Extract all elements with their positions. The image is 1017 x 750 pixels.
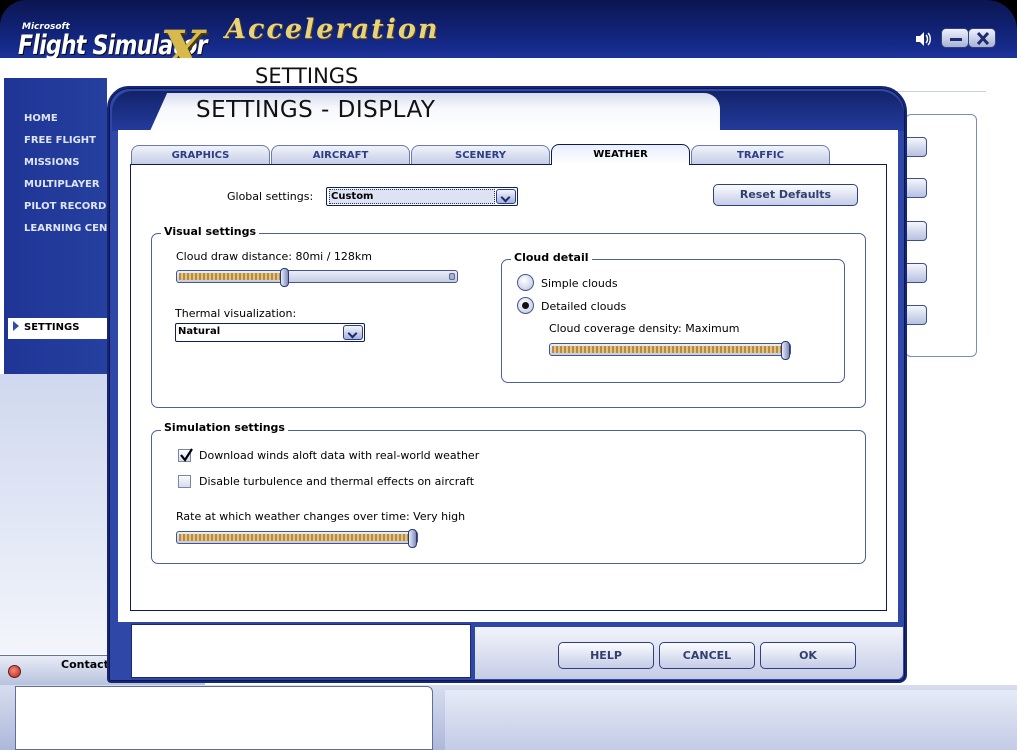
weather-change-rate-label: Rate at which weather changes over time:… bbox=[176, 510, 466, 523]
simple-clouds-label[interactable]: Simple clouds bbox=[541, 277, 618, 290]
reset-defaults-button[interactable]: Reset Defaults bbox=[713, 184, 858, 206]
active-arrow-icon bbox=[13, 321, 19, 331]
global-settings-label: Global settings: bbox=[227, 190, 314, 203]
logo-edition: Acceleration bbox=[225, 14, 440, 45]
page-title: SETTINGS bbox=[255, 64, 359, 88]
cloud-coverage-density-slider[interactable] bbox=[549, 341, 791, 360]
cancel-button[interactable]: CANCEL bbox=[659, 642, 755, 669]
nav-item-home[interactable]: HOME bbox=[24, 113, 109, 124]
close-button[interactable] bbox=[968, 28, 996, 48]
ok-button[interactable]: OK bbox=[760, 642, 856, 669]
thermal-visualization-dropdown[interactable]: Natural bbox=[175, 323, 365, 342]
tab-weather[interactable]: WEATHER bbox=[551, 144, 690, 165]
tab-traffic[interactable]: TRAFFIC bbox=[691, 145, 830, 165]
nav-item-pilot-records[interactable]: PILOT RECORDS bbox=[24, 201, 109, 212]
slider-fill bbox=[179, 534, 410, 541]
thermal-visualization-label: Thermal visualization: bbox=[175, 307, 297, 320]
slider-thumb[interactable] bbox=[781, 341, 790, 360]
nav-item-settings[interactable]: SETTINGS bbox=[8, 318, 109, 339]
slider-track-end bbox=[449, 273, 455, 280]
cloud-coverage-density-label: Cloud coverage density: Maximum bbox=[549, 322, 740, 335]
dialog-title: SETTINGS - DISPLAY bbox=[196, 97, 436, 123]
minimize-button[interactable] bbox=[941, 28, 969, 48]
download-winds-checkbox[interactable] bbox=[178, 448, 193, 462]
slider-thumb[interactable] bbox=[408, 529, 417, 548]
simulation-settings-label: Simulation settings bbox=[161, 421, 288, 434]
dialog-footer-info-box bbox=[131, 624, 471, 678]
visual-settings-label: Visual settings bbox=[161, 225, 260, 238]
weather-change-rate-slider[interactable] bbox=[176, 529, 418, 548]
status-offline-icon bbox=[8, 665, 21, 678]
tab-graphics[interactable]: GRAPHICS bbox=[131, 145, 270, 165]
tab-scenery[interactable]: SCENERY bbox=[411, 145, 550, 165]
simple-clouds-radio[interactable] bbox=[517, 274, 534, 291]
nav-item-free-flight[interactable]: FREE FLIGHT bbox=[24, 135, 109, 146]
cloud-detail-label: Cloud detail bbox=[511, 251, 592, 264]
help-button[interactable]: HELP bbox=[558, 642, 654, 669]
disable-turbulence-checkbox[interactable] bbox=[178, 475, 191, 488]
chevron-down-icon[interactable] bbox=[496, 189, 516, 204]
global-settings-value: Custom bbox=[329, 189, 495, 204]
checkmark-icon bbox=[180, 448, 193, 462]
tab-aircraft[interactable]: AIRCRAFT bbox=[271, 145, 410, 165]
thermal-visualization-value: Natural bbox=[178, 326, 221, 337]
global-settings-dropdown[interactable]: Custom bbox=[326, 187, 518, 206]
bottom-info-box bbox=[15, 686, 433, 750]
left-lower-panel bbox=[0, 374, 107, 654]
nav-item-multiplayer[interactable]: MULTIPLAYER bbox=[24, 179, 109, 190]
cloud-draw-distance-slider[interactable] bbox=[176, 268, 458, 287]
cloud-draw-distance-label: Cloud draw distance: 80mi / 128km bbox=[176, 250, 373, 263]
close-icon bbox=[976, 32, 990, 45]
speaker-icon[interactable] bbox=[914, 30, 932, 48]
slider-thumb[interactable] bbox=[280, 268, 289, 287]
chevron-down-icon[interactable] bbox=[343, 325, 363, 340]
left-navigation: HOME FREE FLIGHT MISSIONS MULTIPLAYER PI… bbox=[4, 78, 109, 374]
slider-fill bbox=[552, 346, 783, 353]
slider-fill bbox=[179, 273, 282, 280]
nav-item-missions[interactable]: MISSIONS bbox=[24, 157, 109, 168]
download-winds-label[interactable]: Download winds aloft data with real-worl… bbox=[199, 449, 479, 462]
detailed-clouds-label[interactable]: Detailed clouds bbox=[541, 300, 626, 313]
bottom-right-panel bbox=[445, 690, 1017, 750]
disable-turbulence-label[interactable]: Disable turbulence and thermal effects o… bbox=[199, 475, 474, 488]
nav-item-settings-label: SETTINGS bbox=[24, 322, 80, 333]
detailed-clouds-radio[interactable] bbox=[517, 297, 534, 314]
nav-item-learning-center[interactable]: LEARNING CENTER bbox=[24, 223, 109, 234]
